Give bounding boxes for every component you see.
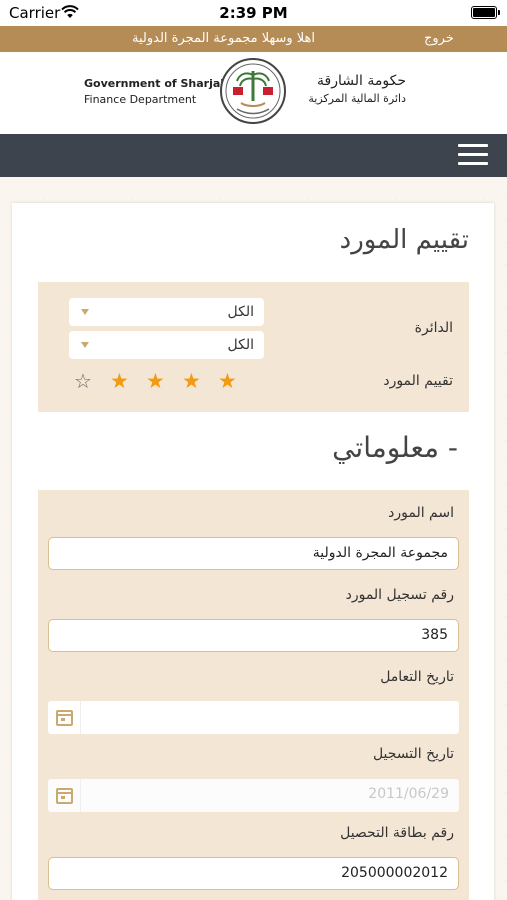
- dealing-date-label: تاريخ التعامل: [380, 669, 454, 685]
- rating-label: تقييم المورد: [383, 373, 453, 389]
- department-select-value: الكل: [227, 304, 255, 320]
- collection-card-value: 205000002012: [341, 865, 448, 881]
- supplier-name-label: اسم المورد: [388, 505, 454, 521]
- logo-arabic-line1: حكومة الشارقة: [317, 73, 406, 89]
- star-icon[interactable]: ★: [146, 370, 165, 392]
- secondary-select[interactable]: الكل: [69, 331, 264, 359]
- registration-date-value: 2011/06/29: [368, 786, 449, 802]
- secondary-select-value: الكل: [227, 337, 255, 353]
- menu-icon[interactable]: [458, 144, 488, 168]
- page-title: تقييم المورد: [339, 225, 469, 255]
- logo-english: Government of Sharjah Finance Department: [84, 76, 228, 108]
- filter-panel: الدائرة الكل الكل تقييم المورد ☆ ★ ★ ★ ★: [38, 282, 469, 412]
- top-strip: خروج اهلا وسهلا مجموعة المجرة الدولية: [0, 26, 507, 52]
- section-title: - معلوماتي: [332, 431, 458, 464]
- logo-arabic: حكومة الشارقة دائرة المالية المركزية: [296, 73, 406, 107]
- calendar-icon[interactable]: [48, 779, 81, 812]
- emblem-icon: [220, 58, 286, 124]
- nav-bar: [0, 134, 507, 177]
- welcome-message: اهلا وسهلا مجموعة المجرة الدولية: [132, 31, 315, 46]
- dealing-date-field[interactable]: [48, 701, 459, 734]
- star-icon[interactable]: ★: [182, 370, 201, 392]
- star-icon[interactable]: ☆: [74, 370, 92, 392]
- collection-card-field[interactable]: 205000002012: [48, 857, 459, 890]
- battery-icon: [471, 6, 500, 19]
- department-label: الدائرة: [414, 320, 453, 336]
- supplier-name-value: مجموعة المجرة الدولية: [312, 545, 448, 561]
- registration-number-field[interactable]: 385: [48, 619, 459, 652]
- info-panel: اسم المورد مجموعة المجرة الدولية رقم تسج…: [38, 490, 469, 900]
- logo-english-line1: Government of Sharjah: [84, 77, 229, 90]
- dropdown-arrow-icon: [81, 342, 89, 348]
- logo-english-line2: Finance Department: [84, 93, 197, 106]
- logo-arabic-line2: دائرة المالية المركزية: [308, 92, 406, 105]
- registration-date-field[interactable]: 2011/06/29: [48, 779, 459, 812]
- department-select[interactable]: الكل: [69, 298, 264, 326]
- logout-link[interactable]: خروج: [424, 31, 454, 46]
- collection-card-label: رقم بطاقة التحصيل: [340, 825, 454, 841]
- registration-date-label: تاريخ التسجيل: [372, 746, 454, 762]
- logo-bar: Government of Sharjah Finance Department…: [0, 52, 507, 134]
- star-icon[interactable]: ★: [218, 370, 237, 392]
- main-card: تقييم المورد الدائرة الكل الكل تقييم الم…: [12, 203, 494, 900]
- clock: 2:39 PM: [219, 4, 288, 22]
- supplier-name-field[interactable]: مجموعة المجرة الدولية: [48, 537, 459, 570]
- dropdown-arrow-icon: [81, 309, 89, 315]
- star-icon[interactable]: ★: [110, 370, 129, 392]
- calendar-icon[interactable]: [48, 701, 81, 734]
- registration-number-value: 385: [421, 627, 448, 643]
- registration-number-label: رقم تسجيل المورد: [345, 587, 454, 603]
- status-bar: Carrier 2:39 PM: [0, 0, 507, 26]
